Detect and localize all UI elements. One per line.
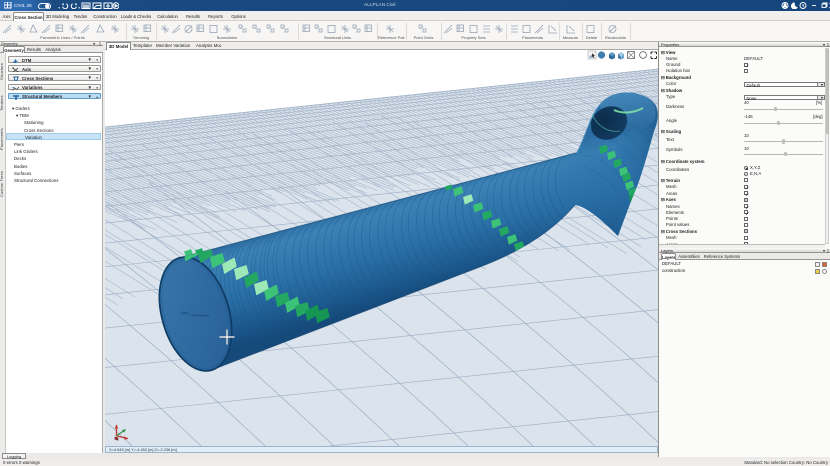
svg-text:Axis 1: Axis 1 bbox=[181, 311, 190, 315]
